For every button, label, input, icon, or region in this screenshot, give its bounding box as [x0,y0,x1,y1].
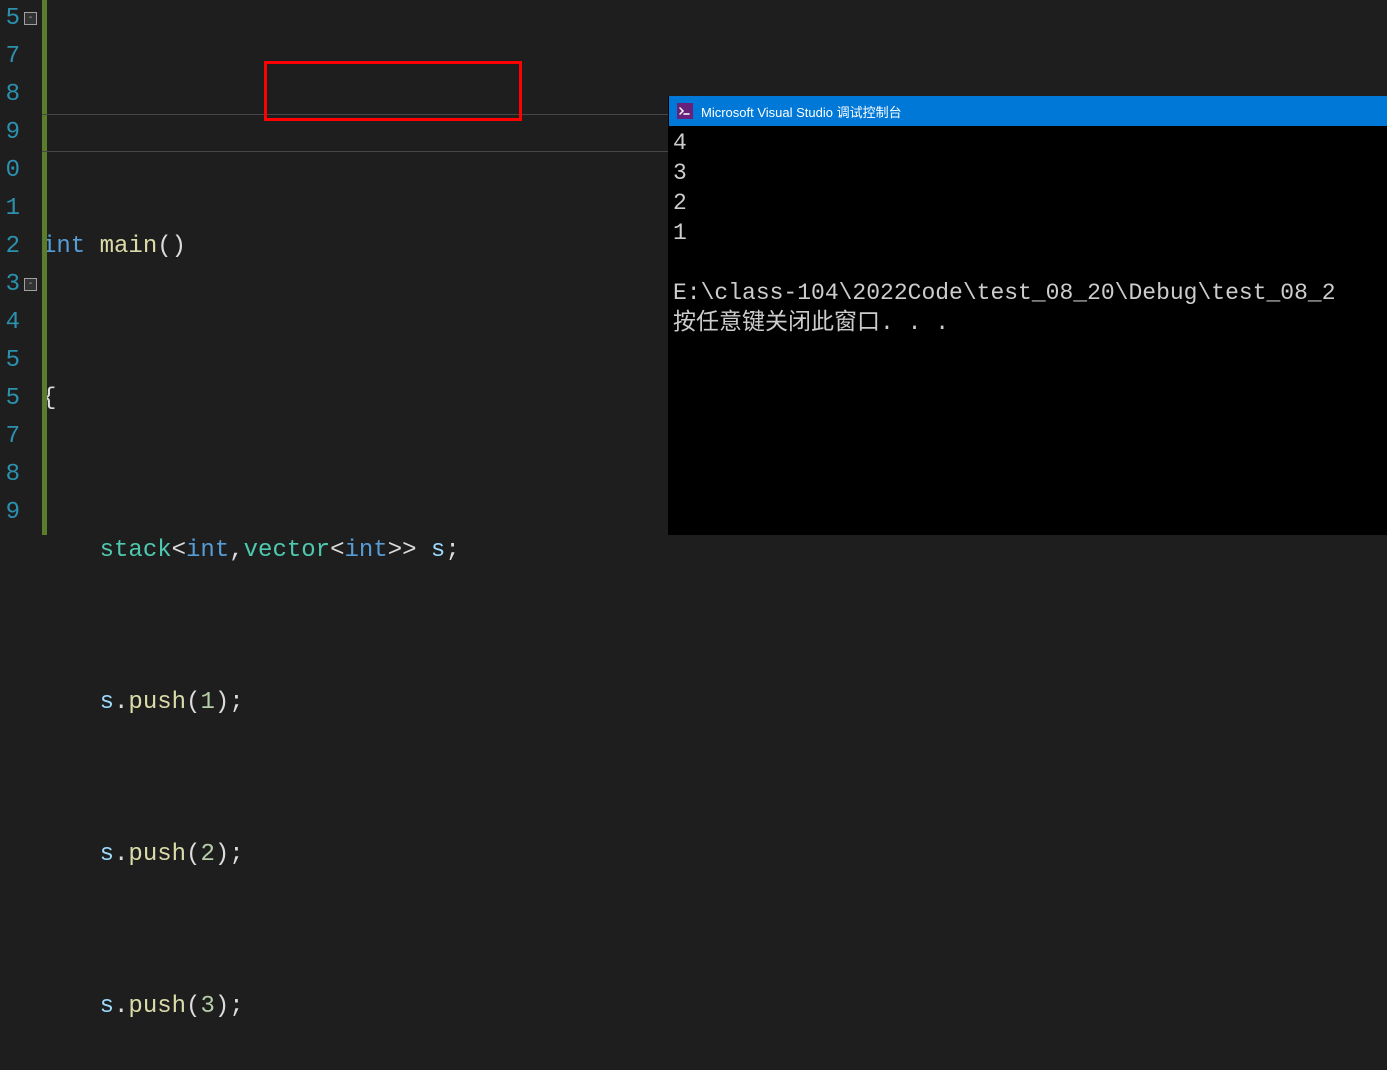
keyword-int: int [344,537,387,564]
line-number: 0 [0,152,20,190]
fold-toggle-icon[interactable]: - [24,278,37,291]
angle-close: > [388,537,402,564]
paren-close: ) [215,841,229,868]
comma: , [229,537,243,564]
semicolon: ; [229,689,243,716]
semicolon: ; [229,841,243,868]
console-line: 2 [673,190,687,216]
angle-open: < [330,537,344,564]
keyword-int: int [42,233,85,260]
dot: . [114,841,128,868]
console-line: 3 [673,160,687,186]
line-number: 8 [0,76,20,114]
line-number: 4 [0,304,20,342]
identifier-s: s [431,537,445,564]
line-number: 9 [0,494,20,532]
angle-close: > [402,537,416,564]
line-number: 7 [0,418,20,456]
semicolon: ; [445,537,459,564]
method-push: push [128,993,186,1020]
angle-open: < [172,537,186,564]
paren-open: ( [186,993,200,1020]
line-number: 7 [0,38,20,76]
code-line: stack<int,vector<int>> s; [42,532,1387,570]
debug-console-window[interactable]: Microsoft Visual Studio 调试控制台 4 3 2 1 E:… [668,96,1387,535]
number-literal: 3 [200,993,214,1020]
console-line: 4 [673,130,687,156]
change-marker [42,0,47,535]
code-line: s.push(1); [42,684,1387,722]
line-number: 1 [0,190,20,228]
paren-close: ) [172,233,186,260]
line-number: 8 [0,456,20,494]
code-line: s.push(3); [42,988,1387,1026]
line-number: 2 [0,228,20,266]
fold-toggle-icon[interactable]: - [24,12,37,25]
method-push: push [128,841,186,868]
console-line: 按任意键关闭此窗口. . . [673,310,949,336]
paren-open: ( [157,233,171,260]
console-line: 1 [673,220,687,246]
number-literal: 1 [200,689,214,716]
vs-icon [677,103,693,119]
annotation-box [264,61,522,121]
line-number: 5 [0,342,20,380]
semicolon: ; [229,993,243,1020]
line-number: 9 [0,114,20,152]
method-push: push [128,689,186,716]
line-number: 3 [0,266,20,304]
type-stack: stack [100,537,172,564]
type-vector: vector [244,537,330,564]
dot: . [114,689,128,716]
keyword-int: int [186,537,229,564]
code-line: s.push(2); [42,836,1387,874]
console-line: E:\class-104\2022Code\test_08_20\Debug\t… [673,280,1336,306]
paren-close: ) [215,993,229,1020]
fold-column: - - [22,0,42,535]
paren-open: ( [186,841,200,868]
function-main: main [100,233,158,260]
number-literal: 2 [200,841,214,868]
paren-open: ( [186,689,200,716]
line-number-gutter: 5 7 8 9 0 1 2 3 4 5 5 7 8 9 [0,0,22,535]
console-title: Microsoft Visual Studio 调试控制台 [701,102,902,121]
identifier-s: s [100,841,114,868]
paren-close: ) [215,689,229,716]
identifier-s: s [100,689,114,716]
identifier-s: s [100,993,114,1020]
console-output[interactable]: 4 3 2 1 E:\class-104\2022Code\test_08_20… [669,126,1387,340]
line-number: 5 [0,380,20,418]
dot: . [114,993,128,1020]
console-titlebar[interactable]: Microsoft Visual Studio 调试控制台 [669,96,1387,126]
line-number: 5 [0,0,20,38]
